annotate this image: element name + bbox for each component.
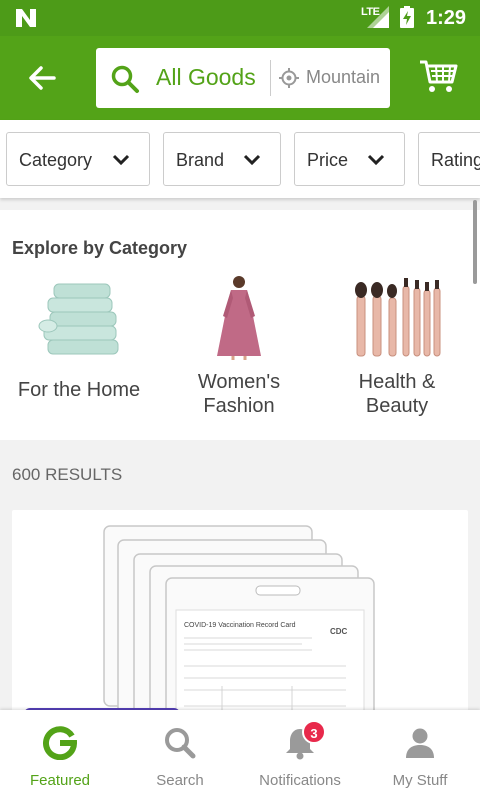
rating-filter[interactable]: Rating [418,132,480,186]
nav-my-stuff[interactable]: My Stuff [360,710,480,800]
card-title: COVID-19 Vaccination Record Card [184,622,296,629]
category-label-line1: Women's [197,371,281,393]
chevron-down-icon [243,154,261,166]
location-text[interactable]: Mountain [306,67,380,88]
search-icon [111,65,139,93]
price-filter-label: Price [307,150,349,170]
nav-featured[interactable]: Featured [0,710,120,800]
category-filter[interactable]: Category [6,132,150,186]
notification-n-icon [16,9,36,27]
price-filter[interactable]: Price [294,132,405,186]
brand-filter[interactable]: Brand [163,132,281,186]
battery-charging-icon [400,6,414,28]
dress-image [217,276,261,360]
nav-search[interactable]: Search [120,710,240,800]
towels-image [38,283,119,355]
makeup-brushes-image [355,278,441,357]
back-arrow-icon[interactable] [26,62,58,94]
cdc-logo: CDC [330,627,348,636]
notification-badge: 3 [302,720,326,744]
category-filter-label: Category [19,150,93,170]
person-icon [406,728,434,758]
chevron-down-icon [112,154,130,166]
nav-label: My Stuff [392,772,448,789]
search-divider [270,60,271,96]
rating-filter-label: Rating [431,150,480,170]
category-for-the-home[interactable]: For the Home [8,276,150,402]
category-health-beauty[interactable]: Health & Beauty [326,276,468,418]
signal-icon [367,6,389,28]
category-label-line2: Fashion [203,395,275,417]
product-card[interactable]: COVID-19 Vaccination Record Card CDC [12,510,468,740]
location-icon [279,68,299,88]
search-icon [165,728,196,759]
category-label: For the Home [17,379,141,401]
status-bar: LTE 1:29 [0,0,480,36]
search-query[interactable]: All Goods [156,64,256,91]
category-label-line1: Health & [358,371,436,393]
scrollbar[interactable] [473,200,477,284]
nav-label: Featured [29,772,91,789]
brand-filter-label: Brand [176,150,225,170]
product-image: COVID-19 Vaccination Record Card CDC [103,525,375,740]
category-womens-fashion[interactable]: Women's Fashion [168,276,310,418]
nav-label: Search [156,772,204,789]
app-header: All Goods Mountain [0,36,480,120]
results-count: 600 RESULTS [12,465,123,484]
groupon-g-icon [43,726,77,760]
explore-by-category: Explore by Category For the Home Women's… [0,210,480,440]
section-title: Explore by Category [12,238,188,258]
category-label-line2: Beauty [365,395,429,417]
filter-bar: Category Brand Price Rating [0,120,480,198]
cart-icon[interactable] [418,58,458,94]
nav-notifications[interactable]: 3 Notifications [240,710,360,800]
clock: 1:29 [426,7,467,29]
bottom-nav: Featured Search 3 Notifications My Stuff [0,710,480,800]
nav-label: Notifications [259,772,341,789]
search-box[interactable]: All Goods Mountain [96,48,390,108]
chevron-down-icon [367,154,385,166]
